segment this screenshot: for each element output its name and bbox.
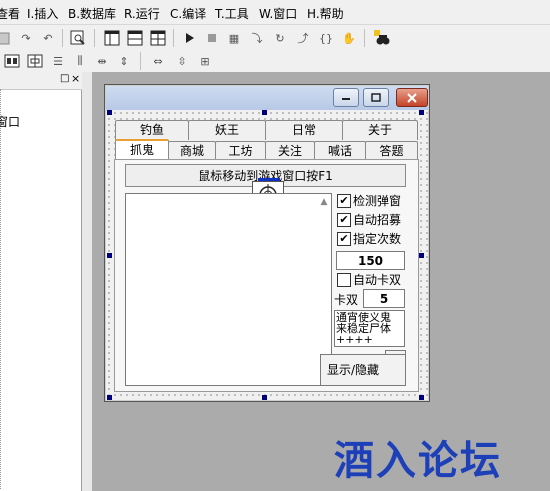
menu-window[interactable]: W.窗口 — [259, 5, 297, 22]
panel-close-icon[interactable]: × — [71, 72, 80, 85]
space-vertical-icon[interactable]: ☰ — [50, 53, 66, 69]
binoculars-icon[interactable] — [374, 30, 390, 46]
resize-handle[interactable] — [419, 110, 424, 115]
align-center-icon[interactable] — [27, 53, 43, 69]
auto-recruit-label: 自动招募 — [353, 213, 402, 227]
height-icon[interactable]: ⇳ — [174, 53, 190, 69]
note-textbox[interactable]: 通宵使义鬼 来稳定尸体 ++++ — [334, 310, 405, 347]
menu-insert[interactable]: I.插入 — [27, 5, 58, 22]
close-button[interactable] — [396, 88, 428, 107]
run-icon[interactable] — [181, 30, 197, 46]
auto-kashuang-checkbox[interactable] — [337, 273, 351, 287]
panel-splitter[interactable] — [82, 72, 92, 491]
layout-3-icon[interactable] — [150, 30, 166, 46]
step-into-icon[interactable]: ⤵ — [249, 30, 265, 46]
undo-icon[interactable]: ↶ — [40, 30, 56, 46]
width-icon[interactable]: ⇔ — [150, 53, 166, 69]
align-left-icon[interactable] — [4, 53, 20, 69]
log-textarea[interactable] — [125, 193, 332, 386]
resize-handle[interactable] — [107, 110, 112, 115]
same-height-icon[interactable]: ⇕ — [116, 53, 132, 69]
count-input[interactable]: 150 — [336, 251, 405, 270]
pin-icon[interactable]: □ — [60, 73, 69, 84]
resize-handle[interactable] — [419, 253, 424, 258]
maximize-button[interactable] — [363, 88, 389, 107]
detect-popup-checkbox[interactable]: ✔ — [337, 194, 351, 208]
kashuang-input[interactable]: 5 — [363, 289, 405, 308]
tab-follow[interactable]: 关注 — [265, 141, 315, 161]
paste-icon[interactable] — [0, 30, 12, 46]
toolbar-separator — [173, 29, 174, 47]
same-width-icon[interactable]: ⇹ — [94, 53, 110, 69]
menu-tools[interactable]: T.工具 — [215, 5, 249, 22]
debug-icon[interactable]: ▦ — [226, 30, 242, 46]
tab-daily[interactable]: 日常 — [265, 120, 343, 140]
detect-popup-label: 检测弹窗 — [353, 194, 402, 208]
resize-handle[interactable] — [107, 395, 112, 400]
tab-quiz[interactable]: 答题 — [365, 141, 418, 161]
size-icon[interactable]: ⊞ — [197, 53, 213, 69]
step-over-icon[interactable]: ↻ — [272, 30, 288, 46]
menu-help[interactable]: H.帮助 — [307, 5, 344, 22]
layout-2-icon[interactable] — [127, 30, 143, 46]
kashuang-label: 卡双 — [334, 293, 359, 307]
menu-run[interactable]: R.运行 — [124, 5, 160, 22]
specify-count-label: 指定次数 — [353, 232, 402, 246]
auto-recruit-checkbox[interactable]: ✔ — [337, 213, 351, 227]
toolbar-separator — [364, 29, 365, 47]
tree-line — [0, 89, 2, 489]
project-panel: □ × 窗口 — [0, 72, 82, 491]
toolbar-separator — [62, 29, 63, 47]
tree-item-window[interactable]: 窗口 — [0, 113, 20, 130]
show-hide-button[interactable]: 显示/隐藏 — [320, 354, 406, 386]
resize-handle[interactable] — [262, 395, 267, 400]
resize-handle[interactable] — [419, 395, 424, 400]
tab-shop[interactable]: 商城 — [168, 141, 216, 161]
resize-handle[interactable] — [107, 253, 112, 258]
menu-database[interactable]: B.数据库 — [68, 5, 116, 22]
menu-bar: 查看 I.插入 B.数据库 R.运行 C.编译 T.工具 W.窗口 H.帮助 — [0, 0, 550, 24]
redo-icon[interactable]: ↷ — [18, 30, 34, 46]
resize-handle[interactable] — [262, 110, 267, 115]
menu-compile[interactable]: C.编译 — [170, 5, 206, 22]
layout-1-icon[interactable] — [104, 30, 120, 46]
tab-demon-king[interactable]: 妖王 — [188, 120, 266, 140]
panel-header: □ × — [0, 72, 82, 90]
specify-count-checkbox[interactable]: ✔ — [337, 232, 351, 246]
hand-icon[interactable]: ✋ — [341, 30, 357, 46]
note-line: ++++ — [336, 333, 373, 346]
stop-icon[interactable] — [204, 30, 220, 46]
auto-kashuang-label: 自动卡双 — [353, 273, 402, 287]
tab-shout[interactable]: 喊话 — [314, 141, 366, 161]
find-icon[interactable] — [70, 30, 86, 46]
step-out-icon[interactable]: ⤴ — [295, 30, 311, 46]
toolbar-separator — [140, 52, 141, 70]
minimize-button[interactable] — [333, 88, 359, 107]
scroll-up-icon[interactable]: ▲ — [318, 197, 330, 209]
space-horizontal-icon[interactable]: ⫼ — [72, 53, 88, 69]
tab-about[interactable]: 关于 — [342, 120, 418, 140]
tab-fishing[interactable]: 钓鱼 — [115, 120, 189, 140]
menu-view[interactable]: 查看 — [0, 5, 20, 22]
toolbar-main: ↷ ↶ ▦ ⤵ ↻ ⤴ {} ✋ — [0, 24, 550, 50]
toolbar-separator — [94, 29, 95, 47]
watermark-text: 酒入论坛 — [334, 438, 502, 484]
breakpoint-icon[interactable]: {} — [318, 30, 334, 46]
tab-workshop[interactable]: 工坊 — [215, 141, 266, 161]
toolbar-layout: ☰ ⫼ ⇹ ⇕ ⇔ ⇳ ⊞ — [0, 50, 550, 72]
